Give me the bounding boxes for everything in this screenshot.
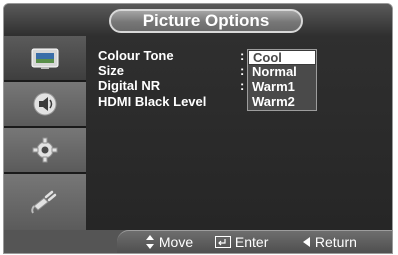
return-hint: Return (303, 234, 357, 250)
sidebar-item-sound[interactable] (4, 82, 86, 128)
menu-item-colour-tone[interactable]: Colour Tone (98, 49, 174, 63)
colour-tone-dropdown[interactable]: Cool Normal Warm1 Warm2 (247, 49, 317, 111)
input-plug-icon (31, 190, 57, 214)
menu-item-size[interactable]: Size (98, 64, 124, 78)
sound-icon (33, 92, 57, 116)
enter-icon (215, 236, 231, 248)
colon-separator: : (240, 63, 245, 78)
navigation-help: Move Enter Return (117, 230, 392, 253)
sidebar-item-input[interactable] (4, 174, 86, 230)
setup-gear-icon (32, 137, 58, 163)
dropdown-option-cool[interactable]: Cool (248, 50, 316, 65)
enter-hint: Enter (215, 234, 268, 250)
move-label: Move (158, 234, 194, 250)
menu-item-hdmi-black-level[interactable]: HDMI Black Level (98, 95, 206, 109)
menu-item-digital-nr[interactable]: Digital NR (98, 79, 160, 93)
dropdown-option-normal[interactable]: Normal (248, 65, 316, 80)
bottom-bar: Move Enter Return (4, 230, 392, 253)
colon-separator: : (240, 78, 245, 93)
up-down-arrow-icon (146, 235, 154, 249)
enter-label: Enter (234, 234, 269, 250)
sidebar-item-setup[interactable] (4, 128, 86, 174)
menu-content: Colour Tone Size Digital NR HDMI Black L… (86, 36, 392, 230)
dropdown-option-warm2[interactable]: Warm2 (248, 95, 316, 110)
sidebar-item-picture[interactable] (4, 36, 86, 82)
title-bar: Picture Options (4, 4, 392, 36)
move-hint: Move (145, 234, 193, 250)
osd-window: Picture Options Colour Tone Size Digital… (3, 3, 393, 254)
picture-icon (31, 48, 59, 69)
colon-separator: : (240, 48, 245, 63)
menu-title: Picture Options (109, 9, 303, 33)
return-label: Return (314, 234, 357, 250)
sidebar (4, 36, 86, 230)
dropdown-option-warm1[interactable]: Warm1 (248, 80, 316, 95)
left-triangle-icon (303, 237, 310, 247)
